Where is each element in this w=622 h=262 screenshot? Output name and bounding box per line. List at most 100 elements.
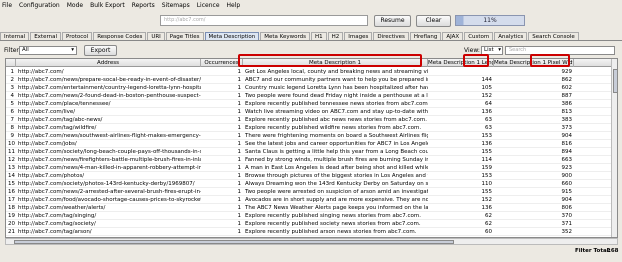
tab-search-console[interactable]: Search Console <box>528 32 579 40</box>
table-row[interactable]: 17 http://abc7.com/food/avocado-shortage-… <box>6 196 611 204</box>
occurrences-cell: 1 <box>237 229 242 235</box>
tab-uri[interactable]: URI <box>147 32 165 40</box>
occurrences-cell: 1 <box>237 221 242 227</box>
address-cell: http://abc7.com/ <box>18 69 64 75</box>
horizontal-scrollbar[interactable] <box>5 238 618 245</box>
pixel-width-cell: 929 <box>561 69 573 75</box>
table-row[interactable]: 2 http://abc7.com/news/prepare-socal-be-r… <box>6 76 611 84</box>
tab-protocol[interactable]: Protocol <box>62 32 93 40</box>
table-row[interactable]: 9 http://abc7.com/news/southwest-airlines… <box>6 132 611 140</box>
table-row[interactable]: 16 http://abc7.com/news/2-arrested-after-… <box>6 188 611 196</box>
length-cell: 153 <box>481 133 493 139</box>
table-row[interactable]: 13 http://abc7.com/news/4-man-killed-in-a… <box>6 164 611 172</box>
tab-ajax[interactable]: AJAX <box>442 32 464 40</box>
meta-description-cell: Watch live streaming video on ABC7.com a… <box>245 109 428 115</box>
table-row[interactable]: 3 http://abc7.com/entertainment/country-l… <box>6 84 611 92</box>
row-number-cell: 7 <box>10 117 15 123</box>
row-number-cell: 14 <box>8 173 15 179</box>
length-cell: 152 <box>481 197 493 203</box>
occurrences-cell: 1 <box>237 157 242 163</box>
pixel-width-cell: 813 <box>561 109 573 115</box>
highlight-pixel-width-column <box>530 54 570 67</box>
table-row[interactable]: 12 http://abc7.com/news/firefighters-batt… <box>6 156 611 164</box>
table-row[interactable]: 14 http://abc7.com/photos/1 Browse through… <box>6 172 611 180</box>
length-cell: 60 <box>485 229 492 235</box>
url-input[interactable]: http://abc7.com/ <box>160 15 368 26</box>
tab-meta-keywords[interactable]: Meta Keywords <box>260 32 311 40</box>
tab-internal[interactable]: Internal <box>0 32 30 40</box>
pixel-width-cell: 806 <box>561 205 573 211</box>
horizontal-scroll-thumb[interactable] <box>14 240 454 244</box>
menu-item-licence[interactable]: Licence <box>197 2 220 9</box>
tab-analytics[interactable]: Analytics <box>494 32 528 40</box>
row-number-cell: 21 <box>8 229 15 235</box>
resume-button[interactable]: Resume <box>374 15 411 27</box>
row-number-cell: 2 <box>10 77 15 83</box>
tab-directives[interactable]: Directives <box>373 32 409 40</box>
tab-images[interactable]: Images <box>344 32 373 40</box>
meta-description-cell: Browse through pictures of the biggest s… <box>245 173 428 179</box>
row-number-cell: 19 <box>8 213 15 219</box>
menu-item-mode[interactable]: Mode <box>67 2 83 9</box>
meta-description-cell: Avocados are in short supply and are mor… <box>245 197 428 203</box>
table-row[interactable]: 6 http://abc7.com/live/1 Watch live stream… <box>6 108 611 116</box>
menu-item-file[interactable]: File <box>2 2 12 9</box>
length-cell: 105 <box>481 85 493 91</box>
meta-description-cell: Explore recently published abc news news… <box>245 117 427 123</box>
row-number-cell: 12 <box>8 157 15 163</box>
menu-item-configuration[interactable]: Configuration <box>19 2 60 9</box>
highlight-length-column <box>463 54 489 67</box>
tab-meta-description[interactable]: Meta Description <box>204 32 260 40</box>
menu-item-reports[interactable]: Reports <box>132 2 155 9</box>
menu-item-help[interactable]: Help <box>227 2 241 9</box>
table-row[interactable]: 10 http://abc7.com/jobs/1 See the latest j… <box>6 140 611 148</box>
pixel-width-cell: 602 <box>561 85 573 91</box>
occurrences-header[interactable]: Occurrences <box>201 59 243 67</box>
table-row[interactable]: 1 http://abc7.com/1 Get Los Angeles local,… <box>6 68 611 76</box>
pixel-width-cell: 904 <box>561 197 573 203</box>
row-number-header[interactable] <box>6 59 16 67</box>
menu-item-sitemaps[interactable]: Sitemaps <box>162 2 190 9</box>
row-number-cell: 20 <box>8 221 15 227</box>
menu-item-bulk-export[interactable]: Bulk Export <box>90 2 125 9</box>
tab-hreflang[interactable]: Hreflang <box>409 32 442 40</box>
filter-select[interactable]: All ▾ <box>19 46 77 55</box>
meta-description-cell: Explore recently published tennessee new… <box>245 101 428 107</box>
tab-external[interactable]: External <box>30 32 62 40</box>
row-number-cell: 5 <box>10 101 15 107</box>
table-row[interactable]: 19 http://abc7.com/tag/singing/1 Explore r… <box>6 212 611 220</box>
tab-h1[interactable]: H1 <box>311 32 327 40</box>
table-row[interactable]: 7 http://abc7.com/tag/abc-news/1 Explore r… <box>6 116 611 124</box>
table-row[interactable]: 18 http://abc7.com/weather/alerts/1 The AB… <box>6 204 611 212</box>
export-button[interactable]: Export <box>84 45 117 56</box>
row-number-cell: 15 <box>8 181 15 187</box>
table-row[interactable]: 20 http://abc7.com/tag/society/1 Explore r… <box>6 220 611 228</box>
tab-h2[interactable]: H2 <box>327 32 344 40</box>
address-cell: http://abc7.com/tag/singing/ <box>18 213 97 219</box>
clear-button[interactable]: Clear <box>416 15 451 27</box>
table-row[interactable]: 5 http://abc7.com/place/tennessee/1 Explor… <box>6 100 611 108</box>
length-cell <box>428 68 494 76</box>
crawl-progress: 11% <box>455 15 525 26</box>
vertical-scroll-thumb[interactable] <box>613 69 617 93</box>
table-row[interactable]: 21 http://abc7.com/tag/arson/1 Explore rec… <box>6 228 611 236</box>
table-row[interactable]: 8 http://abc7.com/tag/wildfire/1 Explore r… <box>6 124 611 132</box>
address-cell: http://abc7.com/tag/abc-news/ <box>18 117 103 123</box>
meta-description-cell: Explore recently published arson news st… <box>245 229 417 235</box>
table-row[interactable]: 11 http://abc7.com/society/long-beach-cou… <box>6 148 611 156</box>
tab-page-titles[interactable]: Page Titles <box>165 32 204 40</box>
address-cell: http://abc7.com/place/tennessee/ <box>18 101 111 107</box>
tab-response-codes[interactable]: Response Codes <box>93 32 147 40</box>
occurrences-cell: 1 <box>237 213 242 219</box>
occurrences-cell: 1 <box>237 101 242 107</box>
address-header[interactable]: Address <box>16 59 201 67</box>
meta-description-cell: ABC7 and our community partners want to … <box>245 77 428 83</box>
tab-bar: Internal External Protocol Response Codes UR… <box>0 32 622 41</box>
length-cell: 110 <box>481 181 493 187</box>
table-row[interactable]: 15 http://abc7.com/society/photos-143rd-k… <box>6 180 611 188</box>
table-row[interactable]: 4 http://abc7.com/news/2-found-dead-in-bo… <box>6 92 611 100</box>
pixel-width-cell: 894 <box>561 149 573 155</box>
pixel-width-cell: 370 <box>561 213 573 219</box>
vertical-scrollbar[interactable] <box>611 59 617 237</box>
tab-custom[interactable]: Custom <box>464 32 494 40</box>
